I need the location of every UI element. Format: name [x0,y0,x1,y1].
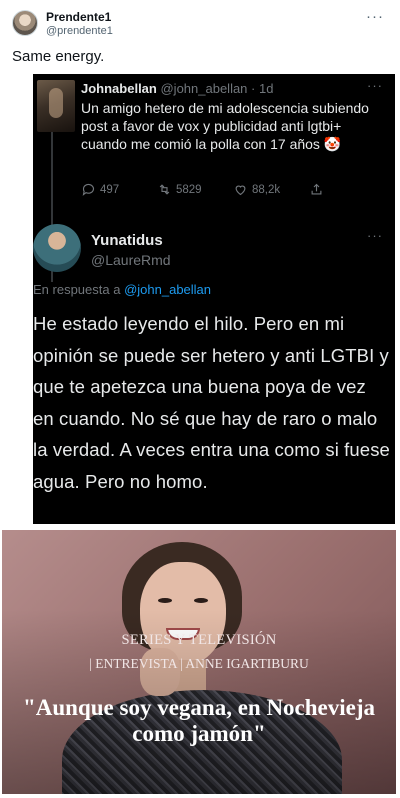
reply-mention: @john_abellan [124,282,212,297]
author-handle: @LaureRmd [91,252,171,268]
avatar [37,80,75,132]
reply-context: En respuesta a @john_abellan [33,282,211,297]
tweet-actions: 497 5829 88,2k [81,182,324,200]
magazine-section: SERIES Y TELEVISIÓN [121,632,277,648]
author-name: Johnabellan [81,81,157,96]
tweet-meta: Johnabellan @john_abellan · 1d [81,81,273,96]
author-handle: @john_abellan [160,81,248,96]
tweet-text: Same energy. [12,48,105,65]
tweet-text: He estado leyendo el hilo. Pero en mi op… [33,313,390,492]
avatar[interactable] [12,10,38,36]
tweet-text: Un amigo hetero de mi adolescencia subie… [81,100,369,152]
author-name: Yunatidus [91,232,163,249]
magazine-quote: "Aunque soy vegana, en Nochevieja como j… [22,695,376,746]
share-icon [311,183,322,195]
reply-prefix: En respuesta a [33,282,121,297]
avatar [33,224,81,272]
share-action [309,182,324,197]
outer-tweet-header: Prendente1 @prendente1 ··· [12,8,388,44]
timestamp: · 1d [251,81,274,96]
retweet-action: 5829 [157,182,202,197]
heart-icon [235,185,246,196]
reply-count: 497 [100,183,120,196]
like-count: 88,2k [252,183,281,196]
magazine-subtitle: | ENTREVISTA | ANNE IGARTIBURU [89,656,309,671]
retweet-icon [159,184,170,195]
author-handle[interactable]: @prendente1 [46,25,113,37]
author-name[interactable]: Prendente1 [46,10,111,24]
reply-icon [82,183,95,196]
retweet-count: 5829 [176,183,202,196]
like-action: 88,2k [233,182,280,197]
magazine-photo[interactable]: SERIES Y TELEVISIÓN | ENTREVISTA | ANNE … [2,530,396,794]
more-dots-icon: ··· [367,228,383,243]
reply-action: 497 [81,182,119,197]
more-dots-icon[interactable]: ··· [366,8,384,25]
embedded-screenshot-dark: Johnabellan @john_abellan · 1d ··· Un am… [33,74,395,524]
more-dots-icon: ··· [367,78,383,93]
